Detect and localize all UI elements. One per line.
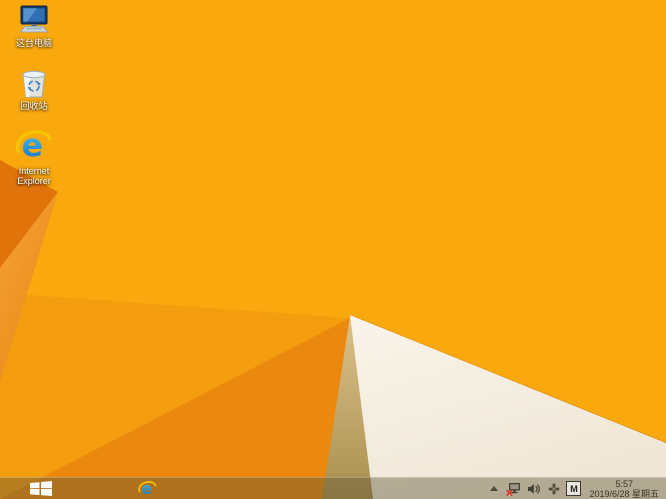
taskbar-internet-explorer-button[interactable]: e xyxy=(120,478,174,499)
desktop-icon-label: 回收站 xyxy=(20,101,48,111)
start-button[interactable] xyxy=(18,478,64,499)
desktop-icon-internet-explorer[interactable]: e Internet Explorer xyxy=(2,126,66,186)
windows-logo-icon xyxy=(30,481,52,496)
cross-tool-icon xyxy=(548,483,560,494)
recycle-bin-icon xyxy=(22,70,46,98)
taskbar-clock[interactable]: 5:57 2019/6/28 星期五 xyxy=(589,479,661,499)
show-hidden-icons-button[interactable] xyxy=(486,481,501,497)
clock-date: 2019/6/28 星期五 xyxy=(589,488,659,499)
input-method-letter: M xyxy=(570,483,578,494)
speaker-icon xyxy=(528,483,541,494)
internet-explorer-icon: e xyxy=(137,479,156,498)
vm-tools-button[interactable] xyxy=(546,481,561,497)
taskbar: e M 5:57 2019/6/28 星期五 xyxy=(0,477,666,499)
desktop: 这台电脑 回收站 e Internet Explorer e M 5:57 20… xyxy=(0,0,666,499)
desktop-icon-this-pc[interactable]: 这台电脑 xyxy=(2,5,66,48)
internet-explorer-icon: e xyxy=(15,128,52,164)
desktop-icon-label: 这台电脑 xyxy=(15,38,52,48)
network-disconnected-icon xyxy=(506,482,521,496)
network-status-button[interactable] xyxy=(506,481,521,497)
volume-button[interactable] xyxy=(526,481,541,497)
chevron-up-icon xyxy=(489,486,498,491)
desktop-icon-label: Internet Explorer xyxy=(17,166,51,186)
clock-time: 5:57 xyxy=(615,478,633,489)
input-method-indicator[interactable]: M xyxy=(566,481,582,496)
desktop-icon-recycle-bin[interactable]: 回收站 xyxy=(2,66,66,111)
system-tray: M 5:57 2019/6/28 星期五 xyxy=(486,479,666,499)
this-pc-icon xyxy=(19,5,49,33)
wallpaper-image xyxy=(0,0,666,499)
